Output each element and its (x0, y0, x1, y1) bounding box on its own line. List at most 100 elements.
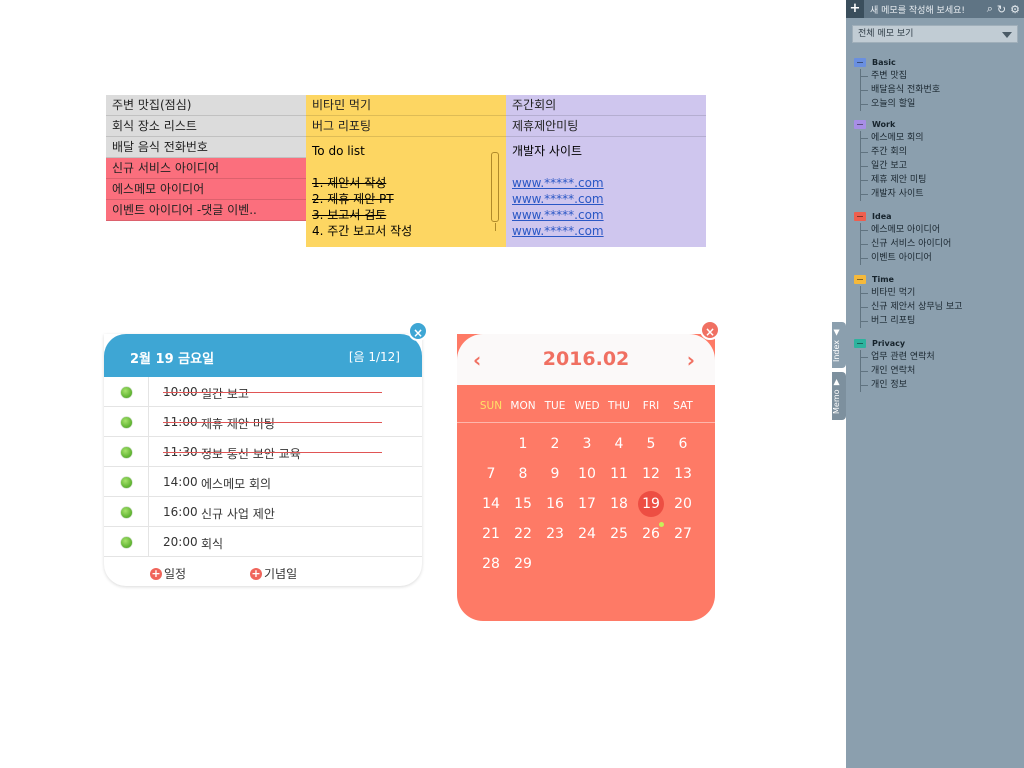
calendar-day[interactable]: 9 (539, 459, 571, 489)
category-header[interactable]: Time (854, 272, 1024, 286)
plus-icon: + (250, 566, 262, 580)
sidebar-memo-item[interactable]: 개발자 사이트 (861, 187, 1024, 201)
calendar-day[interactable]: 22 (507, 519, 539, 549)
sidebar-memo-item[interactable]: 개인 정보 (861, 378, 1024, 392)
sidebar-memo-item[interactable]: 주간 회의 (861, 145, 1024, 159)
calendar-day[interactable]: 27 (667, 519, 699, 549)
calendar-day[interactable]: 29 (507, 549, 539, 579)
calendar-day[interactable]: 3 (571, 429, 603, 459)
search-icon[interactable]: ⌕ (987, 2, 993, 16)
calendar-day[interactable]: 11 (603, 459, 635, 489)
memo-note[interactable]: 이벤트 아이디어 -댓글 이벤.. (106, 200, 306, 221)
sidebar-memo-item[interactable]: 이벤트 아이디어 (861, 251, 1024, 265)
memo-scrollbar[interactable] (491, 152, 499, 231)
calendar-day[interactable]: 12 (635, 459, 667, 489)
sidebar-memo-item[interactable]: 일간 보고 (861, 159, 1024, 173)
calendar-day[interactable]: 19 (638, 491, 664, 517)
sidebar-memo-item[interactable]: 업무 관련 연락처 (861, 350, 1024, 364)
add-anniversary-button[interactable]: + 기념일 (250, 565, 297, 582)
sidebar-memo-item[interactable]: 신규 서비스 아이디어 (861, 237, 1024, 251)
category-header[interactable]: Basic (854, 55, 1024, 69)
calendar-day[interactable]: 26 (635, 519, 667, 549)
calendar-week: 7 8 9 10 11 12 13 (475, 459, 699, 489)
calendar-day[interactable]: 16 (539, 489, 571, 519)
todo-memo[interactable]: To do list 1. 제안서 작성 2. 제휴 제안 PT 3. 보고서 … (306, 137, 506, 247)
memo-note[interactable]: 신규 서비스 아이디어 (106, 158, 306, 179)
status-dot-icon (121, 537, 132, 548)
new-memo-input[interactable]: 새 메모를 작성해 보세요! (870, 3, 987, 16)
collapse-icon[interactable] (854, 57, 866, 67)
calendar-day[interactable]: 24 (571, 519, 603, 549)
new-memo-button[interactable]: + (846, 0, 864, 18)
memo-note[interactable]: 회식 장소 리스트 (106, 116, 306, 137)
tab-memo[interactable]: Memo ▼ (832, 372, 846, 420)
calendar-day[interactable]: 13 (667, 459, 699, 489)
memo-note[interactable]: 에스메모 아이디어 (106, 179, 306, 200)
calendar-day[interactable]: 23 (539, 519, 571, 549)
sidebar-category: Basic 주변 맛집 배달음식 전화번호 오늘의 할일 (854, 55, 1024, 111)
schedule-row[interactable]: 14:00 에스메모 회의 (104, 467, 422, 497)
memo-note[interactable]: 주간회의 (506, 95, 706, 116)
schedule-row[interactable]: 20:00 회식 (104, 527, 422, 557)
sidebar-memo-item[interactable]: 개인 연락처 (861, 364, 1024, 378)
add-event-button[interactable]: + 일정 (150, 565, 186, 582)
schedule-row[interactable]: 11:30 정보 통신 보안 교육 (104, 437, 422, 467)
collapse-icon[interactable] (854, 119, 866, 129)
calendar-day[interactable]: 1 (507, 429, 539, 459)
calendar-day[interactable]: 8 (507, 459, 539, 489)
schedule-text: 제휴 제안 미팅 (201, 417, 275, 431)
calendar-close-icon[interactable]: × (700, 320, 720, 340)
dev-site-title: 개발자 사이트 (512, 144, 583, 158)
calendar-day[interactable]: 20 (667, 489, 699, 519)
calendar-day[interactable]: 6 (667, 429, 699, 459)
sidebar-memo-item[interactable]: 에스메모 회의 (861, 131, 1024, 145)
calendar-day[interactable]: 25 (603, 519, 635, 549)
collapse-icon[interactable] (854, 274, 866, 284)
collapse-icon[interactable] (854, 338, 866, 348)
schedule-row[interactable]: 10:00 일간 보고 (104, 377, 422, 407)
sidebar-memo-item[interactable]: 배달음식 전화번호 (861, 83, 1024, 97)
sidebar-memo-item[interactable]: 신규 제안서 상무님 보고 (861, 300, 1024, 314)
refresh-icon[interactable]: ↻ (997, 3, 1006, 16)
calendar-day[interactable]: 21 (475, 519, 507, 549)
todo-title: To do list (312, 144, 365, 158)
calendar-day[interactable]: 15 (507, 489, 539, 519)
schedule-row[interactable]: 11:00 제휴 제안 미팅 (104, 407, 422, 437)
memo-note[interactable]: 비타민 먹기 (306, 95, 506, 116)
calendar-day[interactable]: 17 (571, 489, 603, 519)
dev-site-link[interactable]: www.*****.com (512, 191, 700, 207)
memo-note[interactable]: 주변 맛집(점심) (106, 95, 306, 116)
next-month-icon[interactable]: › (687, 348, 695, 372)
calendar-day[interactable]: 14 (475, 489, 507, 519)
calendar-week: 28 29 (475, 549, 699, 579)
calendar-day[interactable]: 18 (603, 489, 635, 519)
tab-index[interactable]: Index ▲ (832, 322, 846, 368)
calendar-day[interactable]: 28 (475, 549, 507, 579)
memo-note[interactable]: 배달 음식 전화번호 (106, 137, 306, 158)
dev-site-link[interactable]: www.*****.com (512, 223, 700, 239)
calendar-day[interactable]: 10 (571, 459, 603, 489)
schedule-row[interactable]: 16:00 신규 사업 제안 (104, 497, 422, 527)
category-header[interactable]: Work (854, 117, 1024, 131)
category-header[interactable]: Privacy (854, 336, 1024, 350)
memo-view-select[interactable]: 전체 메모 보기 (852, 25, 1018, 43)
collapse-icon[interactable] (854, 211, 866, 221)
sidebar-memo-item[interactable]: 비타민 먹기 (861, 286, 1024, 300)
memo-note[interactable]: 제휴제안미팅 (506, 116, 706, 137)
sidebar-memo-item[interactable]: 오늘의 할일 (861, 97, 1024, 111)
dev-site-link[interactable]: www.*****.com (512, 175, 700, 191)
schedule-close-icon[interactable]: × (408, 321, 428, 341)
sidebar-memo-item[interactable]: 주변 맛집 (861, 69, 1024, 83)
calendar-day[interactable]: 4 (603, 429, 635, 459)
dev-site-link[interactable]: www.*****.com (512, 207, 700, 223)
calendar-day[interactable]: 7 (475, 459, 507, 489)
dev-site-memo[interactable]: 개발자 사이트 www.*****.com www.*****.com www.… (506, 137, 706, 247)
calendar-day[interactable]: 2 (539, 429, 571, 459)
sidebar-memo-item[interactable]: 에스메모 아이디어 (861, 223, 1024, 237)
category-header[interactable]: Idea (854, 209, 1024, 223)
calendar-day[interactable]: 5 (635, 429, 667, 459)
memo-note[interactable]: 버그 리포팅 (306, 116, 506, 137)
sidebar-memo-item[interactable]: 제휴 제안 미팅 (861, 173, 1024, 187)
gear-icon[interactable]: ⚙ (1010, 3, 1020, 16)
sidebar-memo-item[interactable]: 버그 리포팅 (861, 314, 1024, 328)
